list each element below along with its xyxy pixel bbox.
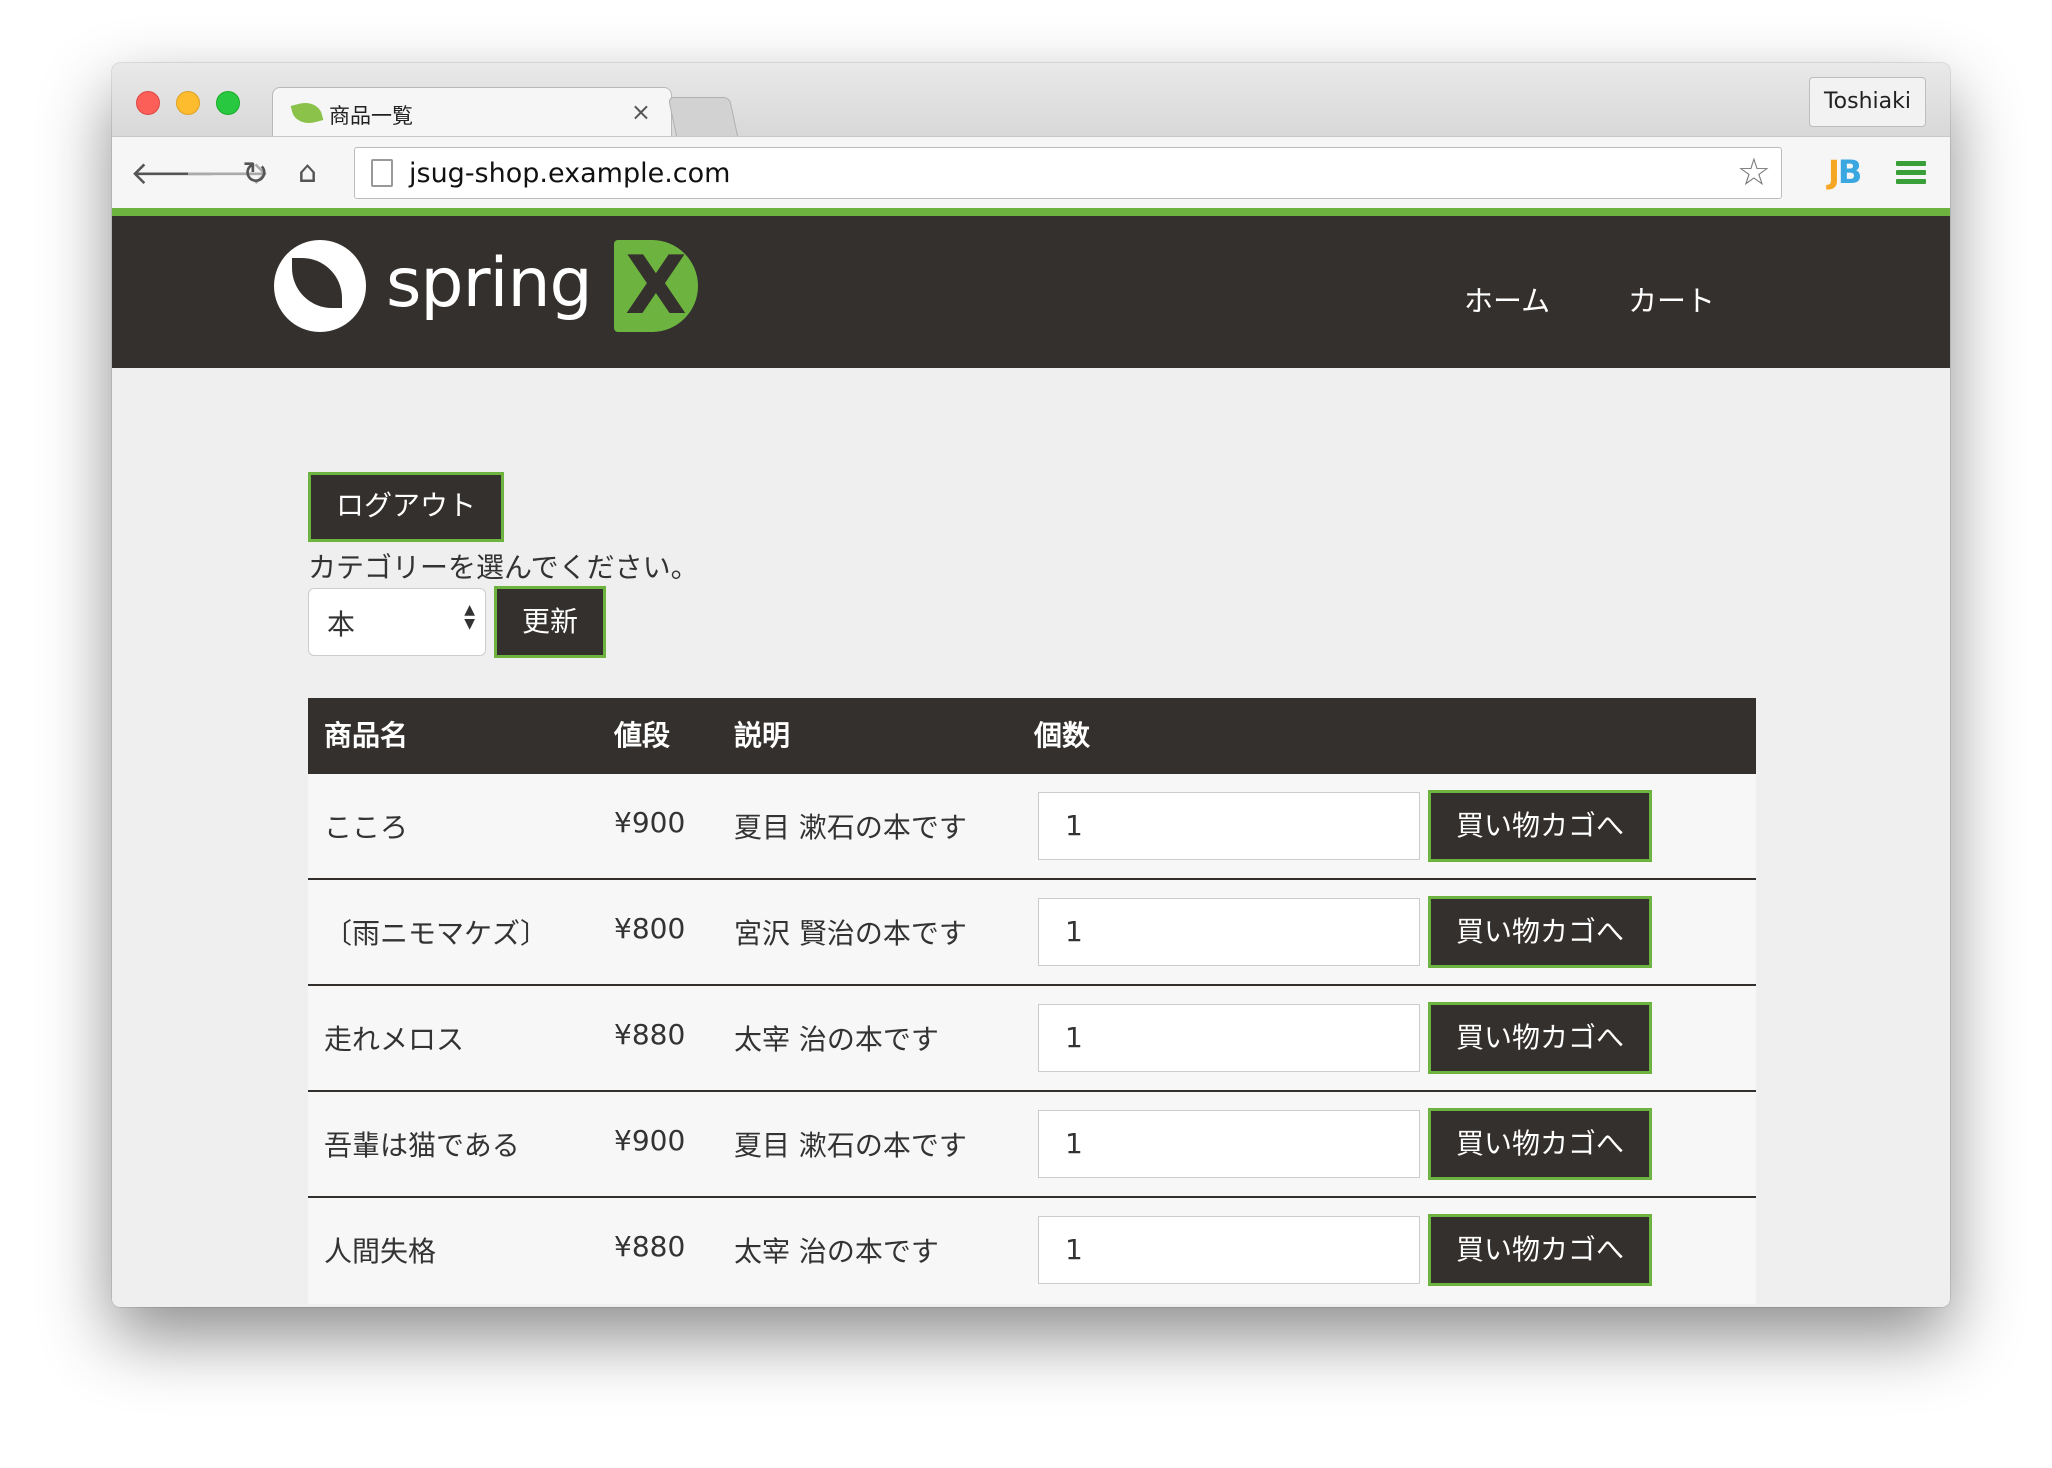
home-icon[interactable]: ⌂ [298,153,317,193]
jb-extension-icon[interactable]: JB [1828,153,1862,191]
site-header: spring X ホーム カート [112,216,1950,368]
quantity-input[interactable]: 1 [1038,1004,1420,1072]
header-price: 値段 [614,719,671,752]
table-row: こころ ¥900 夏目 漱石の本です 1 買い物カゴへ [308,774,1756,880]
product-description: 宮沢 賢治の本です [734,917,967,950]
category-prompt: カテゴリーを選んでください。 [308,551,699,584]
add-to-cart-button[interactable]: 買い物カゴへ [1428,1214,1652,1286]
product-description: 太宰 治の本です [734,1235,939,1268]
product-name: 人間失格 [324,1235,437,1268]
address-bar[interactable]: jsug-shop.example.com ☆ [354,147,1782,199]
product-price: ¥900 [614,806,686,839]
browser-toolbar: 🡐 🡒 ↻ ⌂ jsug-shop.example.com ☆ JB [112,136,1950,208]
header-name: 商品名 [324,719,409,752]
spring-x-icon: X [614,240,698,332]
url-text[interactable]: jsug-shop.example.com [409,158,730,189]
page-icon [371,159,393,187]
reload-icon[interactable]: ↻ [242,153,269,193]
product-name: 走れメロス [324,1023,465,1056]
product-price: ¥900 [614,1124,686,1157]
spring-leaf-icon [274,240,366,332]
web-page: spring X ホーム カート ログアウト カテゴリーを選んでください。 本 … [112,208,1950,1307]
add-to-cart-button[interactable]: 買い物カゴへ [1428,1002,1652,1074]
jb-extension-label-a: J [1828,153,1840,191]
tab-title: 商品一覧 [329,104,413,128]
product-name: 〔雨ニモマケズ〕 [324,917,549,950]
browser-window: 商品一覧 × Toshiaki 🡐 🡒 ↻ ⌂ jsug-shop.exampl… [112,63,1950,1307]
zoom-window-button[interactable] [216,91,240,115]
product-price: ¥800 [614,912,686,945]
nav-cart-link[interactable]: カート [1628,278,1715,320]
star-icon[interactable]: ☆ [1737,150,1771,194]
product-description: 太宰 治の本です [734,1023,939,1056]
quantity-input[interactable]: 1 [1038,898,1420,966]
category-select[interactable]: 本 ▲ ▼ [308,588,486,656]
quantity-input[interactable]: 1 [1038,1110,1420,1178]
add-to-cart-button[interactable]: 買い物カゴへ [1428,896,1652,968]
nav-home-link[interactable]: ホーム [1464,278,1550,320]
quantity-input[interactable]: 1 [1038,1216,1420,1284]
logout-button[interactable]: ログアウト [308,472,504,542]
product-price: ¥880 [614,1230,686,1263]
header-quantity: 個数 [1034,719,1091,752]
add-to-cart-button[interactable]: 買い物カゴへ [1428,790,1652,862]
header-description: 説明 [734,719,791,752]
menu-icon[interactable] [1896,161,1926,185]
close-window-button[interactable] [136,91,160,115]
table-row: 〔雨ニモマケズ〕 ¥800 宮沢 賢治の本です 1 買い物カゴへ [308,880,1756,986]
add-to-cart-button[interactable]: 買い物カゴへ [1428,1108,1652,1180]
new-tab-button[interactable] [667,97,739,137]
table-row: 吾輩は猫である ¥900 夏目 漱石の本です 1 買い物カゴへ [308,1092,1756,1198]
table-row: 走れメロス ¥880 太宰 治の本です 1 買い物カゴへ [308,986,1756,1092]
update-button[interactable]: 更新 [494,586,606,658]
quantity-input[interactable]: 1 [1038,792,1420,860]
title-bar: 商品一覧 × Toshiaki [112,63,1950,137]
product-table: 商品名 値段 説明 個数 こころ ¥900 夏目 漱石の本です 1 買い物カゴへ… [308,698,1756,1304]
table-header: 商品名 値段 説明 個数 [308,698,1756,774]
spring-favicon [290,98,324,128]
product-price: ¥880 [614,1018,686,1051]
minimize-window-button[interactable] [176,91,200,115]
close-tab-icon[interactable]: × [631,98,651,126]
category-selected-value: 本 [327,608,356,641]
accent-line [112,208,1950,216]
product-description: 夏目 漱石の本です [734,811,967,844]
jb-extension-label-b: B [1837,153,1862,191]
product-name: 吾輩は猫である [324,1129,520,1162]
product-name: こころ [324,811,409,844]
table-row: 人間失格 ¥880 太宰 治の本です 1 買い物カゴへ [308,1198,1756,1304]
product-description: 夏目 漱石の本です [734,1129,967,1162]
select-arrows-icon: ▲ ▼ [464,602,475,632]
browser-tab[interactable]: 商品一覧 × [272,87,672,137]
profile-button[interactable]: Toshiaki [1808,77,1926,127]
logo-text: spring [386,244,593,323]
